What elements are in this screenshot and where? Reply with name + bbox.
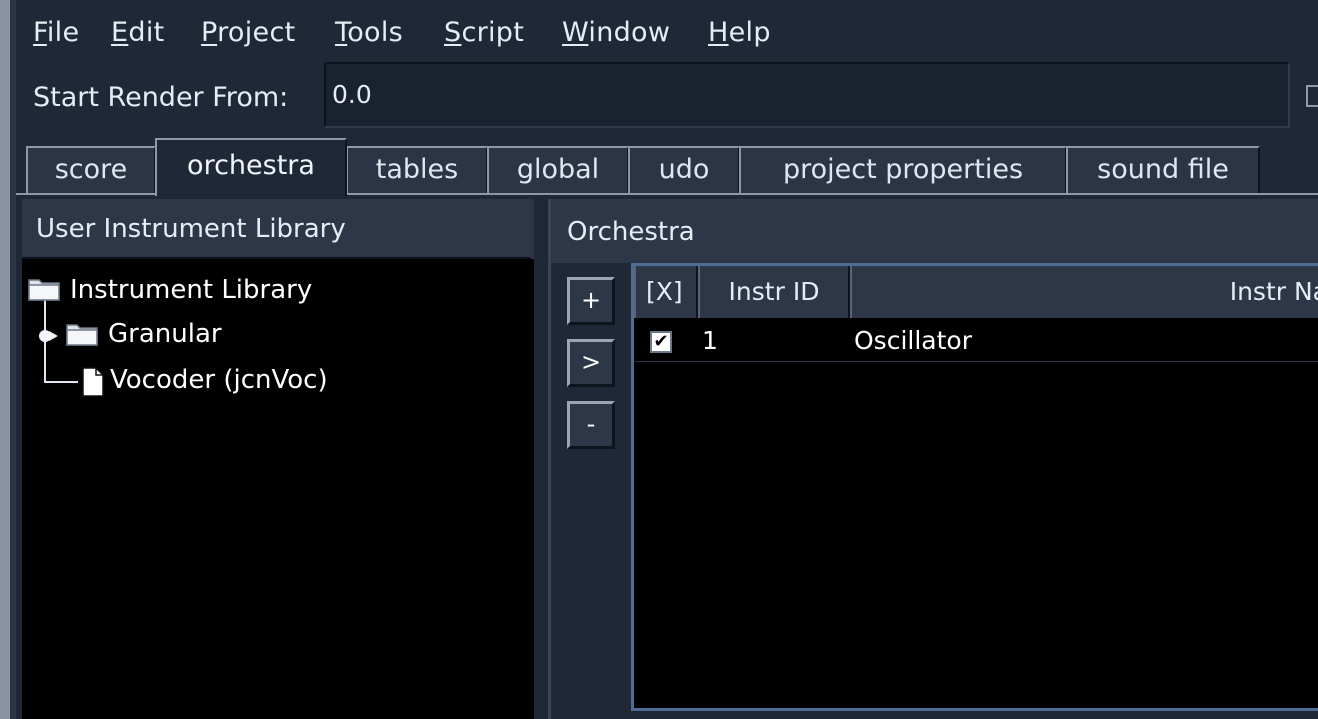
library-header: User Instrument Library <box>22 199 531 259</box>
menu-project[interactable]: Project <box>201 17 295 48</box>
app-window: File Edit Project Tools Script Window He… <box>16 0 1318 719</box>
render-toolbar: Start Render From: 0.0 <box>16 62 1318 134</box>
tree-item-label: Instrument Library <box>70 275 313 305</box>
orchestra-table[interactable]: [X] Instr ID Instr Na ✔ 1 Oscillator <box>631 263 1318 711</box>
column-header-enabled[interactable]: [X] <box>634 266 698 318</box>
tab-bar: score orchestra tables global udo projec… <box>16 138 1318 196</box>
instr-id-cell: 1 <box>702 326 718 355</box>
table-row[interactable]: ✔ 1 Oscillator <box>634 320 1318 362</box>
table-header: [X] Instr ID Instr Na <box>634 266 1318 318</box>
menu-edit[interactable]: Edit <box>111 17 165 48</box>
tab-global[interactable]: global <box>487 146 629 194</box>
tree-item-instrument-library[interactable]: Instrument Library <box>28 275 488 309</box>
instr-name-cell: Oscillator <box>854 326 972 355</box>
menu-help[interactable]: Help <box>708 17 771 48</box>
enabled-checkbox[interactable]: ✔ <box>650 331 672 353</box>
menu-script[interactable]: Script <box>444 17 524 48</box>
enabled-cell: ✔ <box>634 320 698 362</box>
expand-handle-icon[interactable] <box>38 325 60 347</box>
menu-file[interactable]: File <box>33 17 79 48</box>
tab-score[interactable]: score <box>26 146 156 194</box>
orchestra-header: Orchestra <box>551 199 1318 263</box>
start-render-label: Start Render From: <box>33 82 289 113</box>
library-title: User Instrument Library <box>36 214 346 244</box>
tree-item-label: Granular <box>108 319 222 349</box>
menu-window[interactable]: Window <box>562 17 670 48</box>
folder-icon <box>28 279 60 301</box>
tab-sound-file[interactable]: sound file <box>1066 146 1260 194</box>
menu-bar: File Edit Project Tools Script Window He… <box>16 0 1318 62</box>
user-instrument-library-panel: User Instrument Library Instrument Libra… <box>22 199 534 719</box>
window-edge <box>0 0 10 719</box>
start-render-field-frame: 0.0 <box>324 62 1290 128</box>
orchestra-panel: Orchestra + > - [X] Instr ID Instr Na ✔ … <box>548 199 1318 719</box>
tab-project-properties[interactable]: project properties <box>739 146 1067 194</box>
start-render-value: 0.0 <box>332 80 372 109</box>
tree-item-label: Vocoder (jcnVoc) <box>110 365 328 395</box>
folder-icon <box>66 324 98 346</box>
tree-item-granular[interactable]: Granular <box>38 319 498 353</box>
add-instrument-button[interactable]: + <box>567 277 615 325</box>
column-header-instr-id[interactable]: Instr ID <box>698 266 850 318</box>
send-to-library-button[interactable]: > <box>567 339 615 387</box>
orchestra-title: Orchestra <box>567 217 695 247</box>
library-tree[interactable]: Instrument Library Granular Vocoder (jcn… <box>22 259 534 719</box>
column-header-instr-name[interactable]: Instr Na <box>850 266 1318 318</box>
start-render-field[interactable] <box>324 62 1290 128</box>
menu-tools[interactable]: Tools <box>335 17 403 48</box>
tree-connector-line <box>44 381 78 383</box>
remove-instrument-button[interactable]: - <box>567 401 615 449</box>
tab-orchestra[interactable]: orchestra <box>155 138 347 196</box>
document-icon <box>82 367 104 397</box>
tab-tables[interactable]: tables <box>346 146 488 194</box>
tree-item-vocoder[interactable]: Vocoder (jcnVoc) <box>82 365 502 399</box>
render-option-checkbox[interactable] <box>1306 85 1318 107</box>
split-pane-divider[interactable] <box>534 199 548 719</box>
tab-udo[interactable]: udo <box>628 146 740 194</box>
